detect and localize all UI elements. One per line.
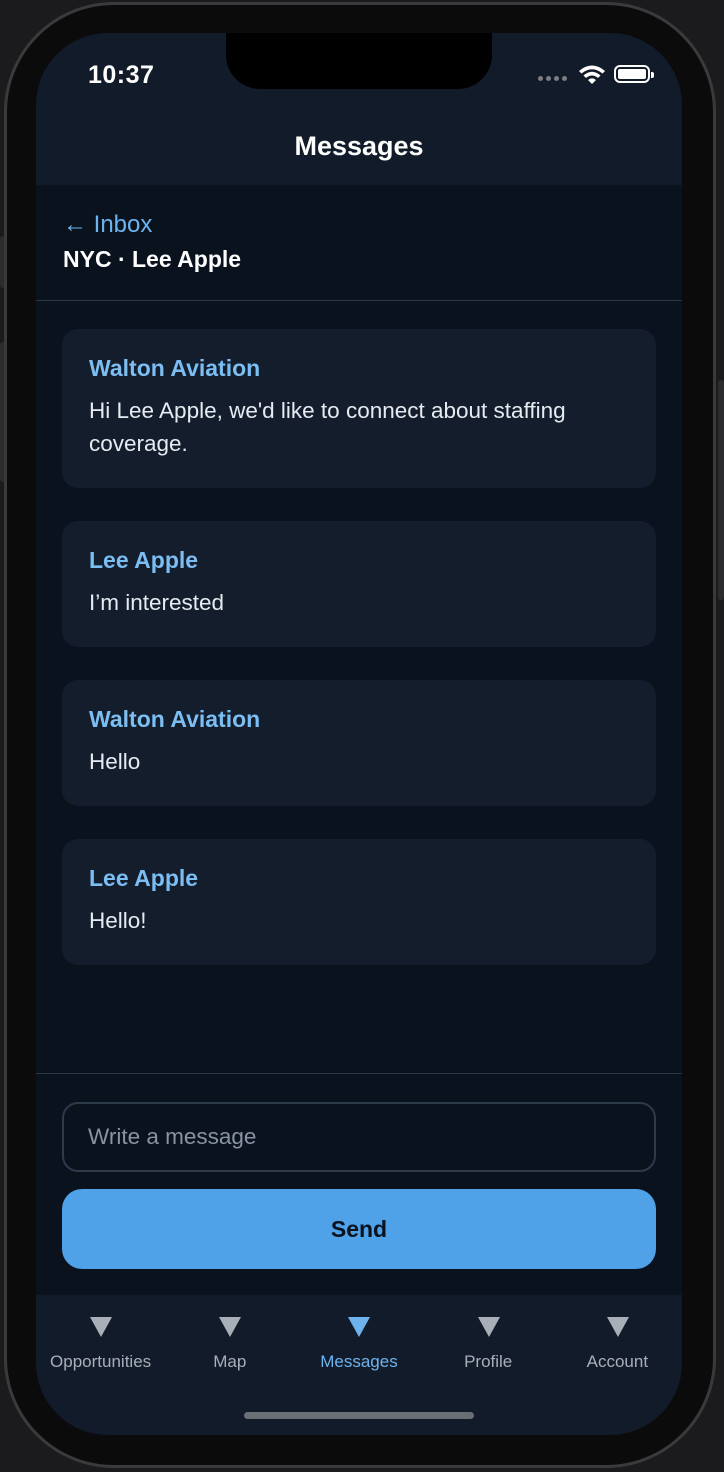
status-time: 10:37	[88, 61, 155, 89]
tab-profile[interactable]: Profile	[424, 1295, 553, 1385]
message-input[interactable]	[62, 1102, 656, 1172]
tab-label: Map	[213, 1352, 247, 1371]
triangle-down-icon	[477, 1317, 500, 1337]
wifi-icon	[579, 65, 605, 84]
thread-header: ← Inbox NYC · Lee Apple	[36, 185, 682, 301]
message-bubble: Lee Apple Hello!	[62, 839, 656, 965]
tab-messages[interactable]: Messages	[294, 1295, 423, 1385]
tab-label: Profile	[464, 1352, 513, 1371]
message-sender: Lee Apple	[89, 547, 199, 573]
message-sender: Walton Aviation	[89, 355, 261, 381]
triangle-down-icon	[348, 1317, 371, 1337]
tab-map[interactable]: Map	[165, 1295, 294, 1385]
notch	[226, 33, 492, 89]
status-icons	[506, 63, 654, 89]
top-bar: 10:37 Messages	[36, 33, 682, 185]
side-button	[718, 380, 724, 600]
signal-icon	[538, 76, 567, 81]
message-bubble: Walton Aviation Hi Lee Apple, we'd like …	[62, 329, 656, 488]
app-screen: 10:37 Messages ← Inbox NYC · Lee Apple W…	[36, 33, 682, 1435]
tab-label: Account	[586, 1352, 649, 1371]
triangle-down-icon	[219, 1317, 242, 1337]
message-sender: Walton Aviation	[89, 706, 261, 732]
message-bubble: Lee Apple I’m interested	[62, 521, 656, 647]
thread-title: NYC · Lee Apple	[63, 246, 242, 272]
message-sender: Lee Apple	[89, 865, 199, 891]
battery-icon	[614, 65, 654, 83]
message-text: Hi Lee Apple, we'd like to connect about…	[89, 398, 566, 456]
tab-label: Messages	[320, 1352, 398, 1371]
message-bubble: Walton Aviation Hello	[62, 680, 656, 806]
tab-label: Opportunities	[50, 1352, 152, 1371]
back-to-inbox-link[interactable]: ← Inbox	[63, 211, 152, 239]
home-indicator[interactable]	[244, 1412, 474, 1419]
message-text: I’m interested	[89, 590, 225, 615]
send-button[interactable]: Send	[62, 1189, 656, 1269]
triangle-down-icon	[90, 1317, 113, 1337]
compose-area: Send	[36, 1073, 682, 1295]
message-text: Hello!	[89, 908, 147, 933]
triangle-down-icon	[606, 1317, 629, 1337]
message-list[interactable]: Walton Aviation Hi Lee Apple, we'd like …	[62, 329, 656, 998]
tab-opportunities[interactable]: Opportunities	[36, 1295, 165, 1385]
page-title: Messages	[294, 131, 424, 161]
tab-account[interactable]: Account	[553, 1295, 682, 1385]
message-text: Hello	[89, 749, 141, 774]
